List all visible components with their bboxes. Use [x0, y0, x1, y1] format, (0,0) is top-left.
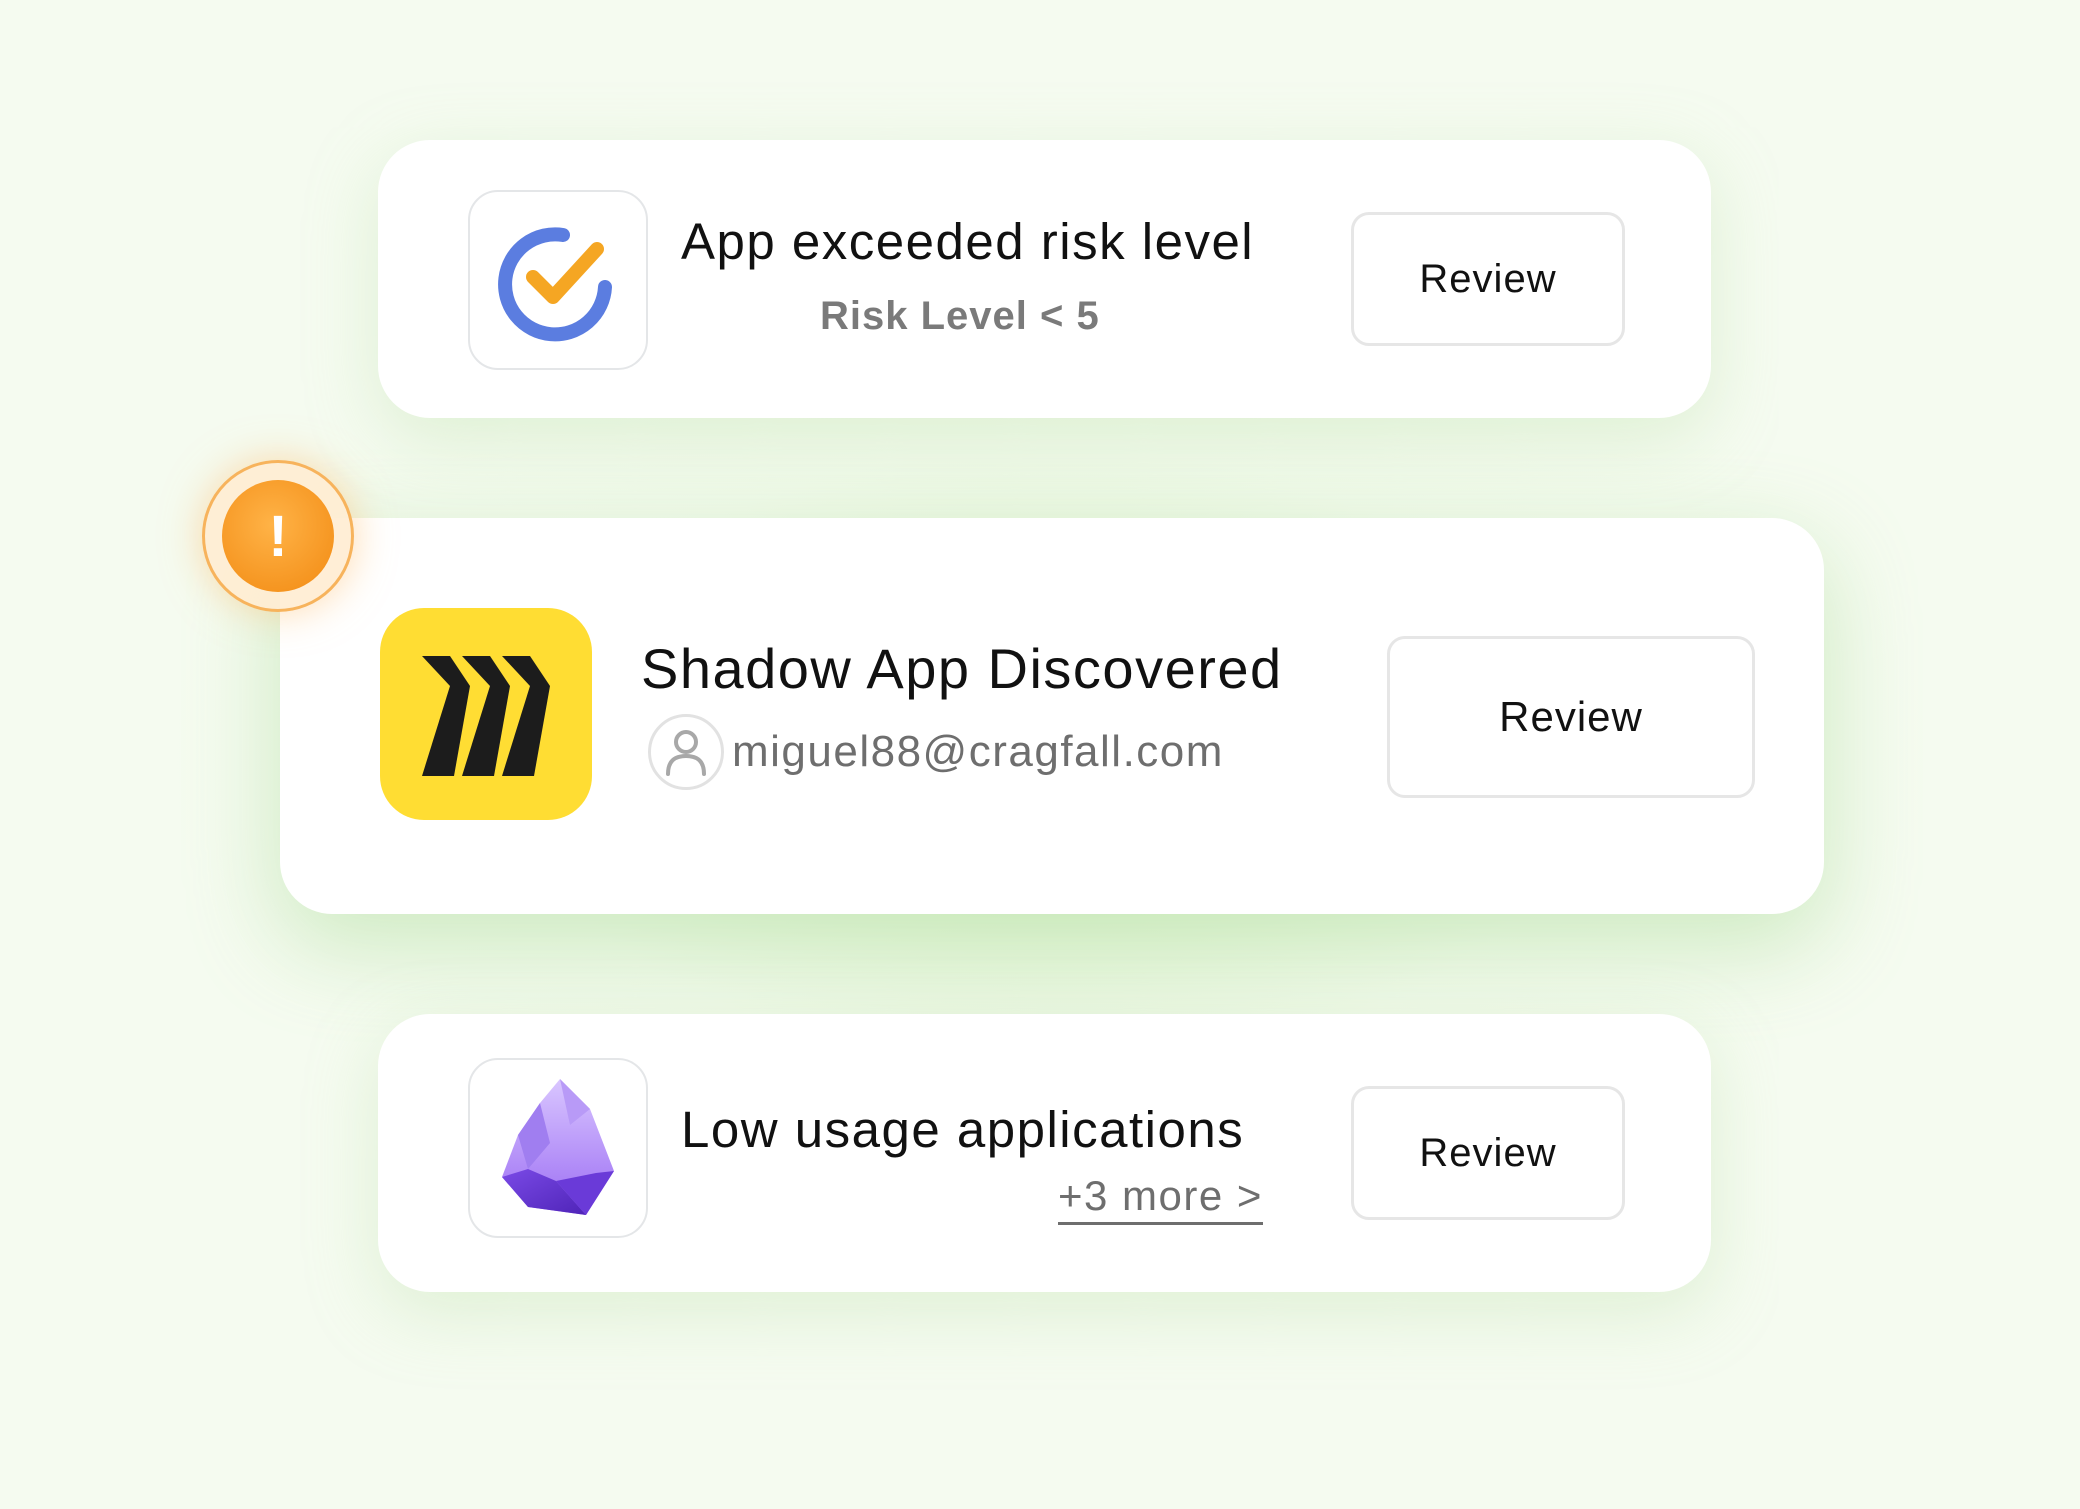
review-button[interactable]: Review: [1387, 636, 1755, 798]
user-row: miguel88@cragfall.com: [648, 714, 1224, 790]
app-icon-frame: [468, 1058, 648, 1238]
alert-title: Low usage applications: [681, 1101, 1245, 1158]
warning-badge: !: [202, 460, 354, 612]
miro-mark-icon: [422, 656, 550, 776]
ticktick-checkmark-icon: [498, 227, 612, 342]
risk-level-text: Risk Level < 5: [820, 294, 1100, 338]
obsidian-crystal-icon: [502, 1079, 614, 1215]
more-apps-link[interactable]: +3 more >: [1058, 1172, 1263, 1225]
review-button[interactable]: Review: [1351, 212, 1625, 346]
miro-logo-icon: [380, 608, 592, 820]
alert-card-low-usage: Low usage applications +3 more > Review: [378, 1014, 1711, 1292]
review-button[interactable]: Review: [1351, 1086, 1625, 1220]
alert-title: App exceeded risk level: [681, 213, 1255, 270]
exclamation-icon: !: [222, 480, 334, 592]
alert-card-risk-level: App exceeded risk level Risk Level < 5 R…: [378, 140, 1711, 418]
app-icon-frame: [468, 190, 648, 370]
alert-title: Shadow App Discovered: [641, 637, 1283, 700]
user-email: miguel88@cragfall.com: [732, 727, 1224, 776]
user-avatar-icon: [648, 714, 724, 790]
alert-card-shadow-app: Shadow App Discovered miguel88@cragfall.…: [280, 518, 1824, 914]
